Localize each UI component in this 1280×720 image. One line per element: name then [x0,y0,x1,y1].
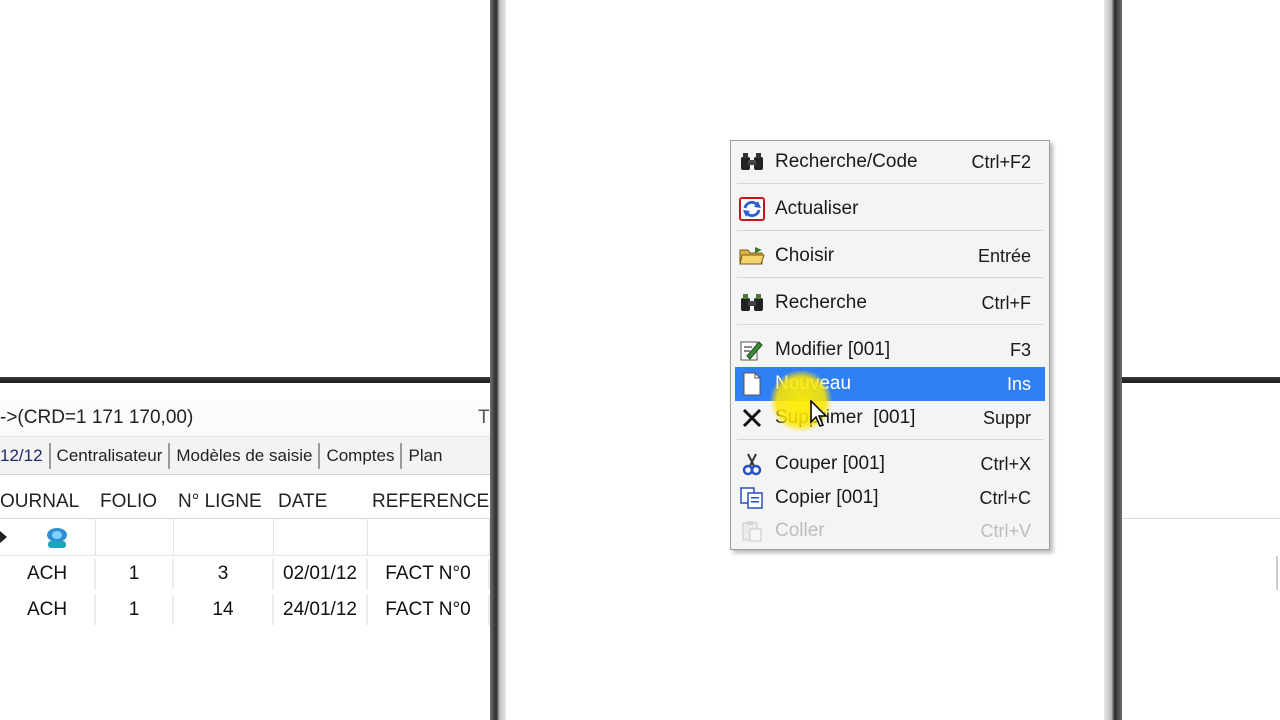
menu-item-shortcut: Ctrl+F2 [971,151,1031,172]
menu-separator [737,277,1043,278]
menu-item-label: Copier [001] [775,487,879,508]
menu-item-shortcut: F3 [1009,339,1031,360]
menu-separator [737,439,1043,440]
menu-item-shortcut: Ctrl+X [980,453,1031,474]
table-row[interactable]: ACH 1 14 24/01/12 FACT N°0 [0,592,490,628]
panel-border-left [490,0,506,720]
table-row[interactable]: ACH 1 3 02/01/12 FACT N°0 [0,556,490,592]
binoculars-icon [737,290,767,316]
menu-item-label: Couper [001] [775,453,885,474]
copy-icon [737,485,767,511]
menu-item-label: Actualiser [775,198,859,219]
column-header-reference[interactable]: REFERENCE [368,491,490,513]
tab-period[interactable]: 12/12 [0,442,51,469]
entries-grid: OURNAL FOLIO N° LIGNE DATE REFERENCE ACH… [0,486,490,628]
cell-reference: FACT N°0 [368,559,490,589]
menu-item-shortcut: Ctrl+V [980,520,1031,541]
menu-item-label: Recherche/Code [775,151,918,172]
menu-item-shortcut: Ctrl+C [979,487,1031,508]
refresh-icon [737,196,767,222]
menu-item-copier[interactable]: Copier [001] Ctrl+C [735,481,1045,515]
right-grid-area [1122,383,1280,720]
menu-item-shortcut: Suppr [982,407,1031,428]
cell-ligne: 14 [174,595,274,625]
menu-item-label: Coller [775,520,825,541]
menu-item-label: Recherche [775,292,867,313]
menu-item-actualiser[interactable]: Actualiser [735,192,1045,226]
menu-item-modifier[interactable]: Modifier [001] F3 [735,333,1045,367]
menu-item-coller: Coller Ctrl+V [735,514,1045,548]
balance-status-text: ->(CRD=1 171 170,00) [0,407,194,428]
menu-item-shortcut: Ins [1006,373,1031,394]
menu-item-recherche-code[interactable]: Recherche/Code Ctrl+F2 [735,145,1045,179]
cell-reference: FACT N°0 [368,595,490,625]
filter-cell-reference[interactable] [368,519,490,555]
tab-bar: 12/12 Centralisateur Modèles de saisie C… [0,437,490,475]
cell-date: 24/01/12 [274,595,368,625]
menu-item-shortcut: Ctrl+F [981,292,1032,313]
menu-separator [737,183,1043,184]
menu-item-label: Choisir [775,245,835,266]
filter-row [0,519,490,556]
filter-cell-date[interactable] [274,519,368,555]
context-menu: Recherche/Code Ctrl+F2 Actualiser Choisi… [730,140,1050,550]
panel-border-right [1104,0,1122,720]
paste-icon [737,518,767,544]
tab-centralisateur[interactable]: Centralisateur [51,442,171,469]
menu-item-couper[interactable]: Couper [001] Ctrl+X [735,447,1045,481]
cell-ligne: 3 [174,559,274,589]
binoculars-code-icon [737,149,767,175]
right-grid-row [1122,556,1278,590]
cell-journal: ACH [0,595,96,625]
splitter-bar[interactable] [0,377,490,383]
menu-item-shortcut: Entrée [977,245,1031,266]
tab-plan[interactable]: Plan [402,443,448,469]
menu-item-label: Modifier [001] [775,339,891,360]
scissors-icon [737,451,767,477]
grid-header: OURNAL FOLIO N° LIGNE DATE REFERENCE [0,486,490,519]
filter-cell-journal[interactable] [0,519,96,555]
arrow-icon [0,531,7,543]
column-header-journal[interactable]: OURNAL [0,491,96,513]
column-header-ligne[interactable]: N° LIGNE [174,491,274,513]
edit-icon [737,337,767,363]
folder-open-icon [737,243,767,269]
menu-item-choisir[interactable]: Choisir Entrée [735,239,1045,273]
status-tail-text: T [478,407,490,428]
cell-journal: ACH [0,559,96,589]
filter-cell-folio[interactable] [96,519,174,555]
tab-comptes[interactable]: Comptes [320,442,403,469]
filter-eye-icon[interactable] [42,525,72,556]
filter-cell-ligne[interactable] [174,519,274,555]
right-grid-header [1122,486,1280,519]
column-header-folio[interactable]: FOLIO [96,491,174,513]
column-header-date[interactable]: DATE [274,491,368,513]
menu-separator [737,324,1043,325]
cell-folio: 1 [96,559,174,589]
cell-folio: 1 [96,595,174,625]
menu-separator [737,230,1043,231]
cell-date: 02/01/12 [274,559,368,589]
tab-modeles-de-saisie[interactable]: Modèles de saisie [170,442,321,469]
new-document-icon [737,371,767,397]
delete-x-icon [737,405,767,431]
menu-item-recherche[interactable]: Recherche Ctrl+F [735,286,1045,320]
